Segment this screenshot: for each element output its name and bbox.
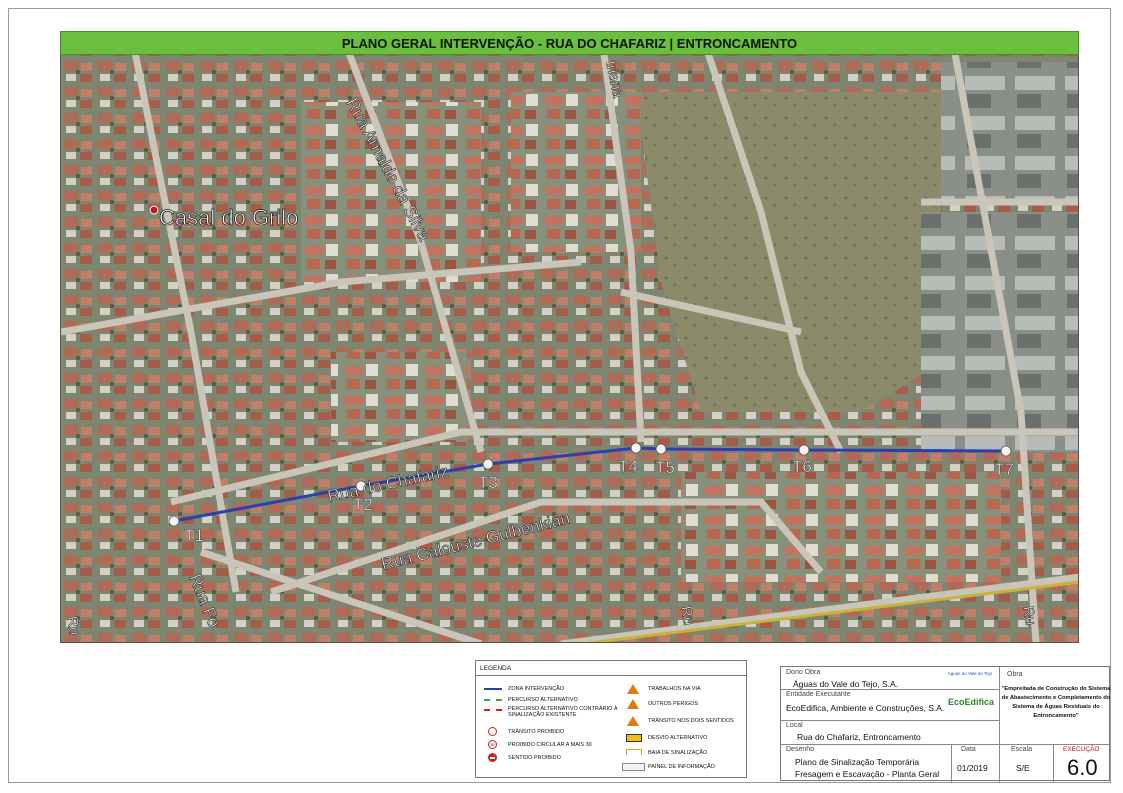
place-label: Casal do Grilo — [159, 205, 298, 230]
legend-panel: LEGENDA ZONA INTERVENÇÃO PERCURSO ALTERN… — [475, 660, 747, 778]
dono-obra-label: Dono Obra — [786, 669, 821, 676]
residential-block — [681, 472, 1001, 582]
street-label-ru-right: Ru — [1019, 605, 1039, 627]
aerial-map[interactable]: T1 T2 T3 T4 T5 T6 T7 Casal do Grilo Rua Arnald… — [60, 31, 1079, 643]
local-value: Rua do Chafariz, Entroncamento — [797, 732, 921, 742]
green-dash-line-icon — [482, 695, 504, 704]
ecoedifica-logo: EcoEdifica — [948, 697, 995, 707]
legend-item-baia: BAIA DE SINALIZAÇÃO — [622, 748, 707, 757]
danger-sign-icon — [622, 699, 644, 709]
local-label: Local — [786, 722, 803, 729]
route-point-label-t1: T1 — [184, 526, 204, 545]
no-traffic-sign-icon — [482, 727, 504, 736]
legend-divider — [476, 675, 746, 676]
desenho-label: Desenho — [786, 746, 815, 753]
speed-limit-sign-icon: 30 — [482, 740, 504, 749]
route-point-t7[interactable] — [1000, 445, 1012, 457]
escala-label: Escala — [1011, 746, 1033, 753]
route-point-t6[interactable] — [798, 444, 810, 456]
execucao-label: EXECUÇÃO — [1063, 746, 1100, 753]
obra-label: Obra — [1007, 671, 1023, 678]
title-block: Dono Obra Águas do Vale do Tejo, S.A. Ág… — [780, 666, 1111, 782]
route-point-label-t6: T6 — [792, 457, 812, 476]
data-label: Data — [961, 746, 976, 753]
legend-item-zona: ZONA INTERVENÇÃO — [482, 684, 564, 693]
barrier-sign-icon — [622, 748, 644, 757]
dono-obra-value: Águas do Vale do Tejo, S.A. — [793, 679, 899, 689]
escala-value: S/E — [1016, 763, 1030, 773]
aguas-logo: Águas do Vale do Tejo — [947, 671, 993, 676]
legend-item-percurso: PERCURSO ALTERNATIVO — [482, 695, 578, 704]
legend-item-percurso-contrario: PERCURSO ALTERNATIVO CONTRÁRIO À SINALIZ… — [482, 706, 618, 720]
desenho-line2: Fresagem e Escavação - Planta Geral — [795, 769, 940, 779]
detour-sign-icon — [622, 733, 644, 742]
route-point-t5[interactable] — [655, 443, 667, 455]
legend-item-transito-proibido: TRÂNSITO PROIBIDO — [482, 727, 564, 736]
page-title: PLANO GERAL INTERVENÇÃO - RUA DO CHAFARI… — [60, 31, 1079, 55]
red-dash-line-icon — [482, 706, 504, 715]
place-marker-icon[interactable] — [149, 205, 159, 215]
street-label-ru-mid: Ru — [677, 605, 697, 627]
route-point-t4[interactable] — [630, 442, 642, 454]
legend-title: LEGENDA — [480, 665, 512, 672]
legend-item-trabalhos: TRABALHOS NA VIA — [622, 684, 701, 694]
route-point-label-t4: T4 — [618, 457, 638, 476]
no-entry-sign-icon — [482, 753, 504, 762]
street-label-ru-left: Ru — [63, 615, 83, 637]
legend-item-desvio: DESVIO ALTERNATIVO — [622, 733, 707, 742]
route-point-label-t3: T3 — [478, 473, 498, 492]
info-panel-icon — [622, 762, 645, 771]
legend-item-painel: PAINEL DE INFORMAÇÃO — [622, 762, 715, 771]
legend-item-outros-perigos: OUTROS PERIGOS — [622, 699, 698, 709]
data-value: 01/2019 — [957, 763, 988, 773]
roadworks-sign-icon — [622, 684, 644, 694]
entidade-label: Entidade Executante — [786, 691, 851, 698]
entidade-value: EcoEdifica, Ambiente e Construções, S.A. — [786, 703, 945, 713]
route-point-t1[interactable] — [168, 515, 180, 527]
map-canvas: T1T2T3T4 T5 T6 T7 Casal do Grilo Rua Arnald… — [61, 32, 1078, 642]
residential-block-2 — [331, 352, 471, 442]
industrial-area — [921, 212, 1078, 452]
desenho-line1: Plano de Sinalização Temporária — [795, 757, 920, 767]
execucao-number: 6.0 — [1067, 755, 1098, 780]
blue-line-icon — [482, 684, 504, 693]
legend-item-sentido-proibido: SENTIDO PROIBIDO — [482, 753, 561, 762]
two-way-sign-icon — [622, 716, 644, 726]
route-point-label-t7: T7 — [994, 460, 1014, 479]
route-point-label-t5: T5 — [655, 458, 675, 477]
legend-item-dois-sentidos: TRÂNSITO NOS DOIS SENTIDOS — [622, 716, 734, 726]
obra-value: "Empreitada de Construção do Sistema de … — [1001, 686, 1111, 719]
legend-item-velocidade: 30 PROIBIDO CIRCULAR A MAIS 30 — [482, 740, 592, 749]
route-point-t3[interactable] — [482, 458, 494, 470]
